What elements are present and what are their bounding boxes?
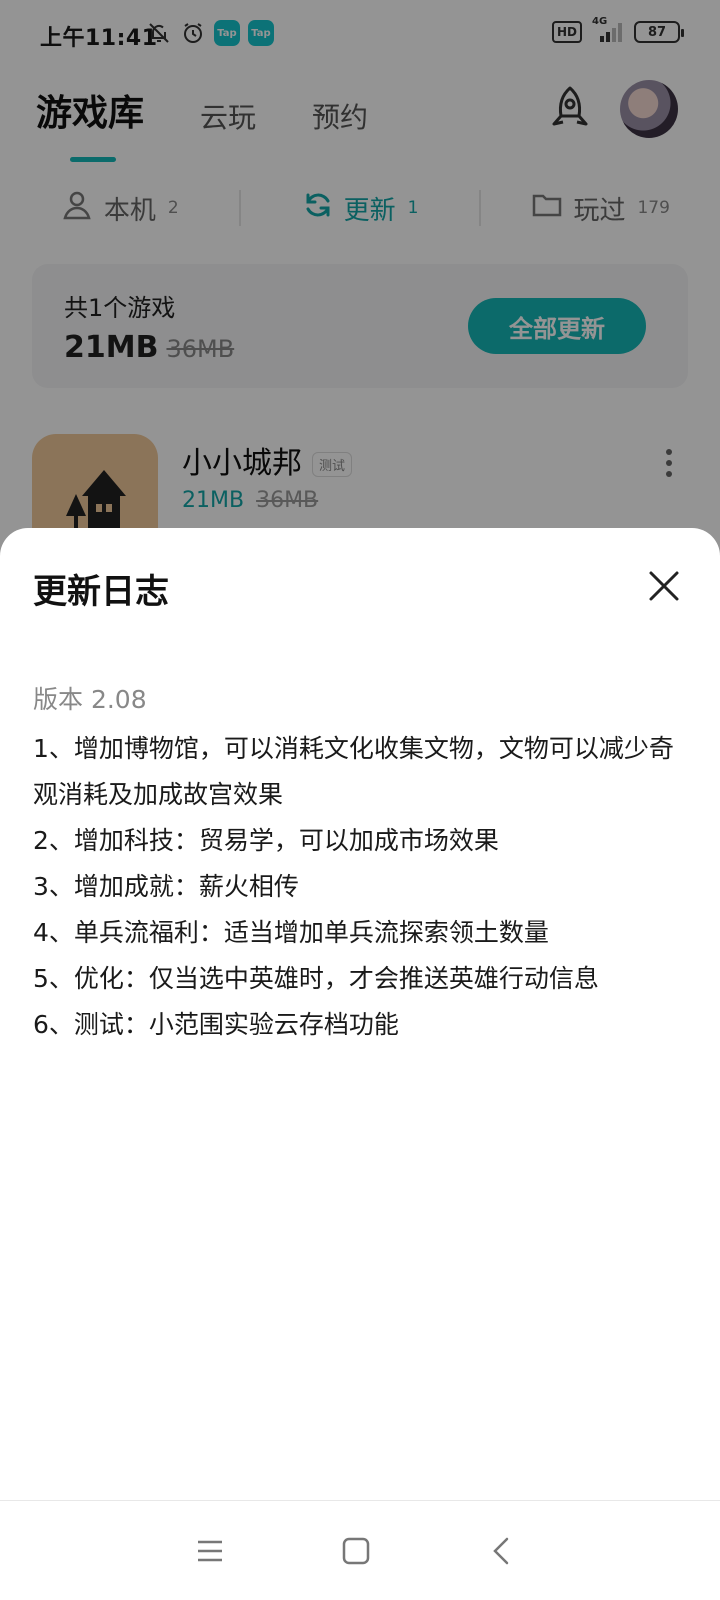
changelog-item: 6、测试：小范围实验云存档功能 [33,1010,399,1039]
changelog-item: 2、增加科技：贸易学，可以加成市场效果 [33,826,499,855]
changelog-item: 3、增加成就：薪火相传 [33,872,299,901]
changelog-item: 5、优化：仅当选中英雄时，才会推送英雄行动信息 [33,964,599,993]
sheet-title: 更新日志 [33,572,169,612]
changelog-list: 1、增加博物馆，可以消耗文化收集文物，文物可以减少奇观消耗及加成故宫效果 2、增… [33,726,693,1048]
version-label: 版本 2.08 [33,685,147,714]
menu-icon[interactable] [190,1531,230,1571]
home-icon[interactable] [336,1531,376,1571]
system-nav-bar [0,1500,720,1600]
back-icon[interactable] [482,1531,522,1571]
changelog-item: 4、单兵流福利：适当增加单兵流探索领土数量 [33,918,549,947]
close-icon[interactable] [646,568,682,604]
changelog-item: 1、增加博物馆，可以消耗文化收集文物，文物可以减少奇观消耗及加成故宫效果 [33,734,674,809]
changelog-sheet: 更新日志 版本 2.08 1、增加博物馆，可以消耗文化收集文物，文物可以减少奇观… [0,528,720,1500]
